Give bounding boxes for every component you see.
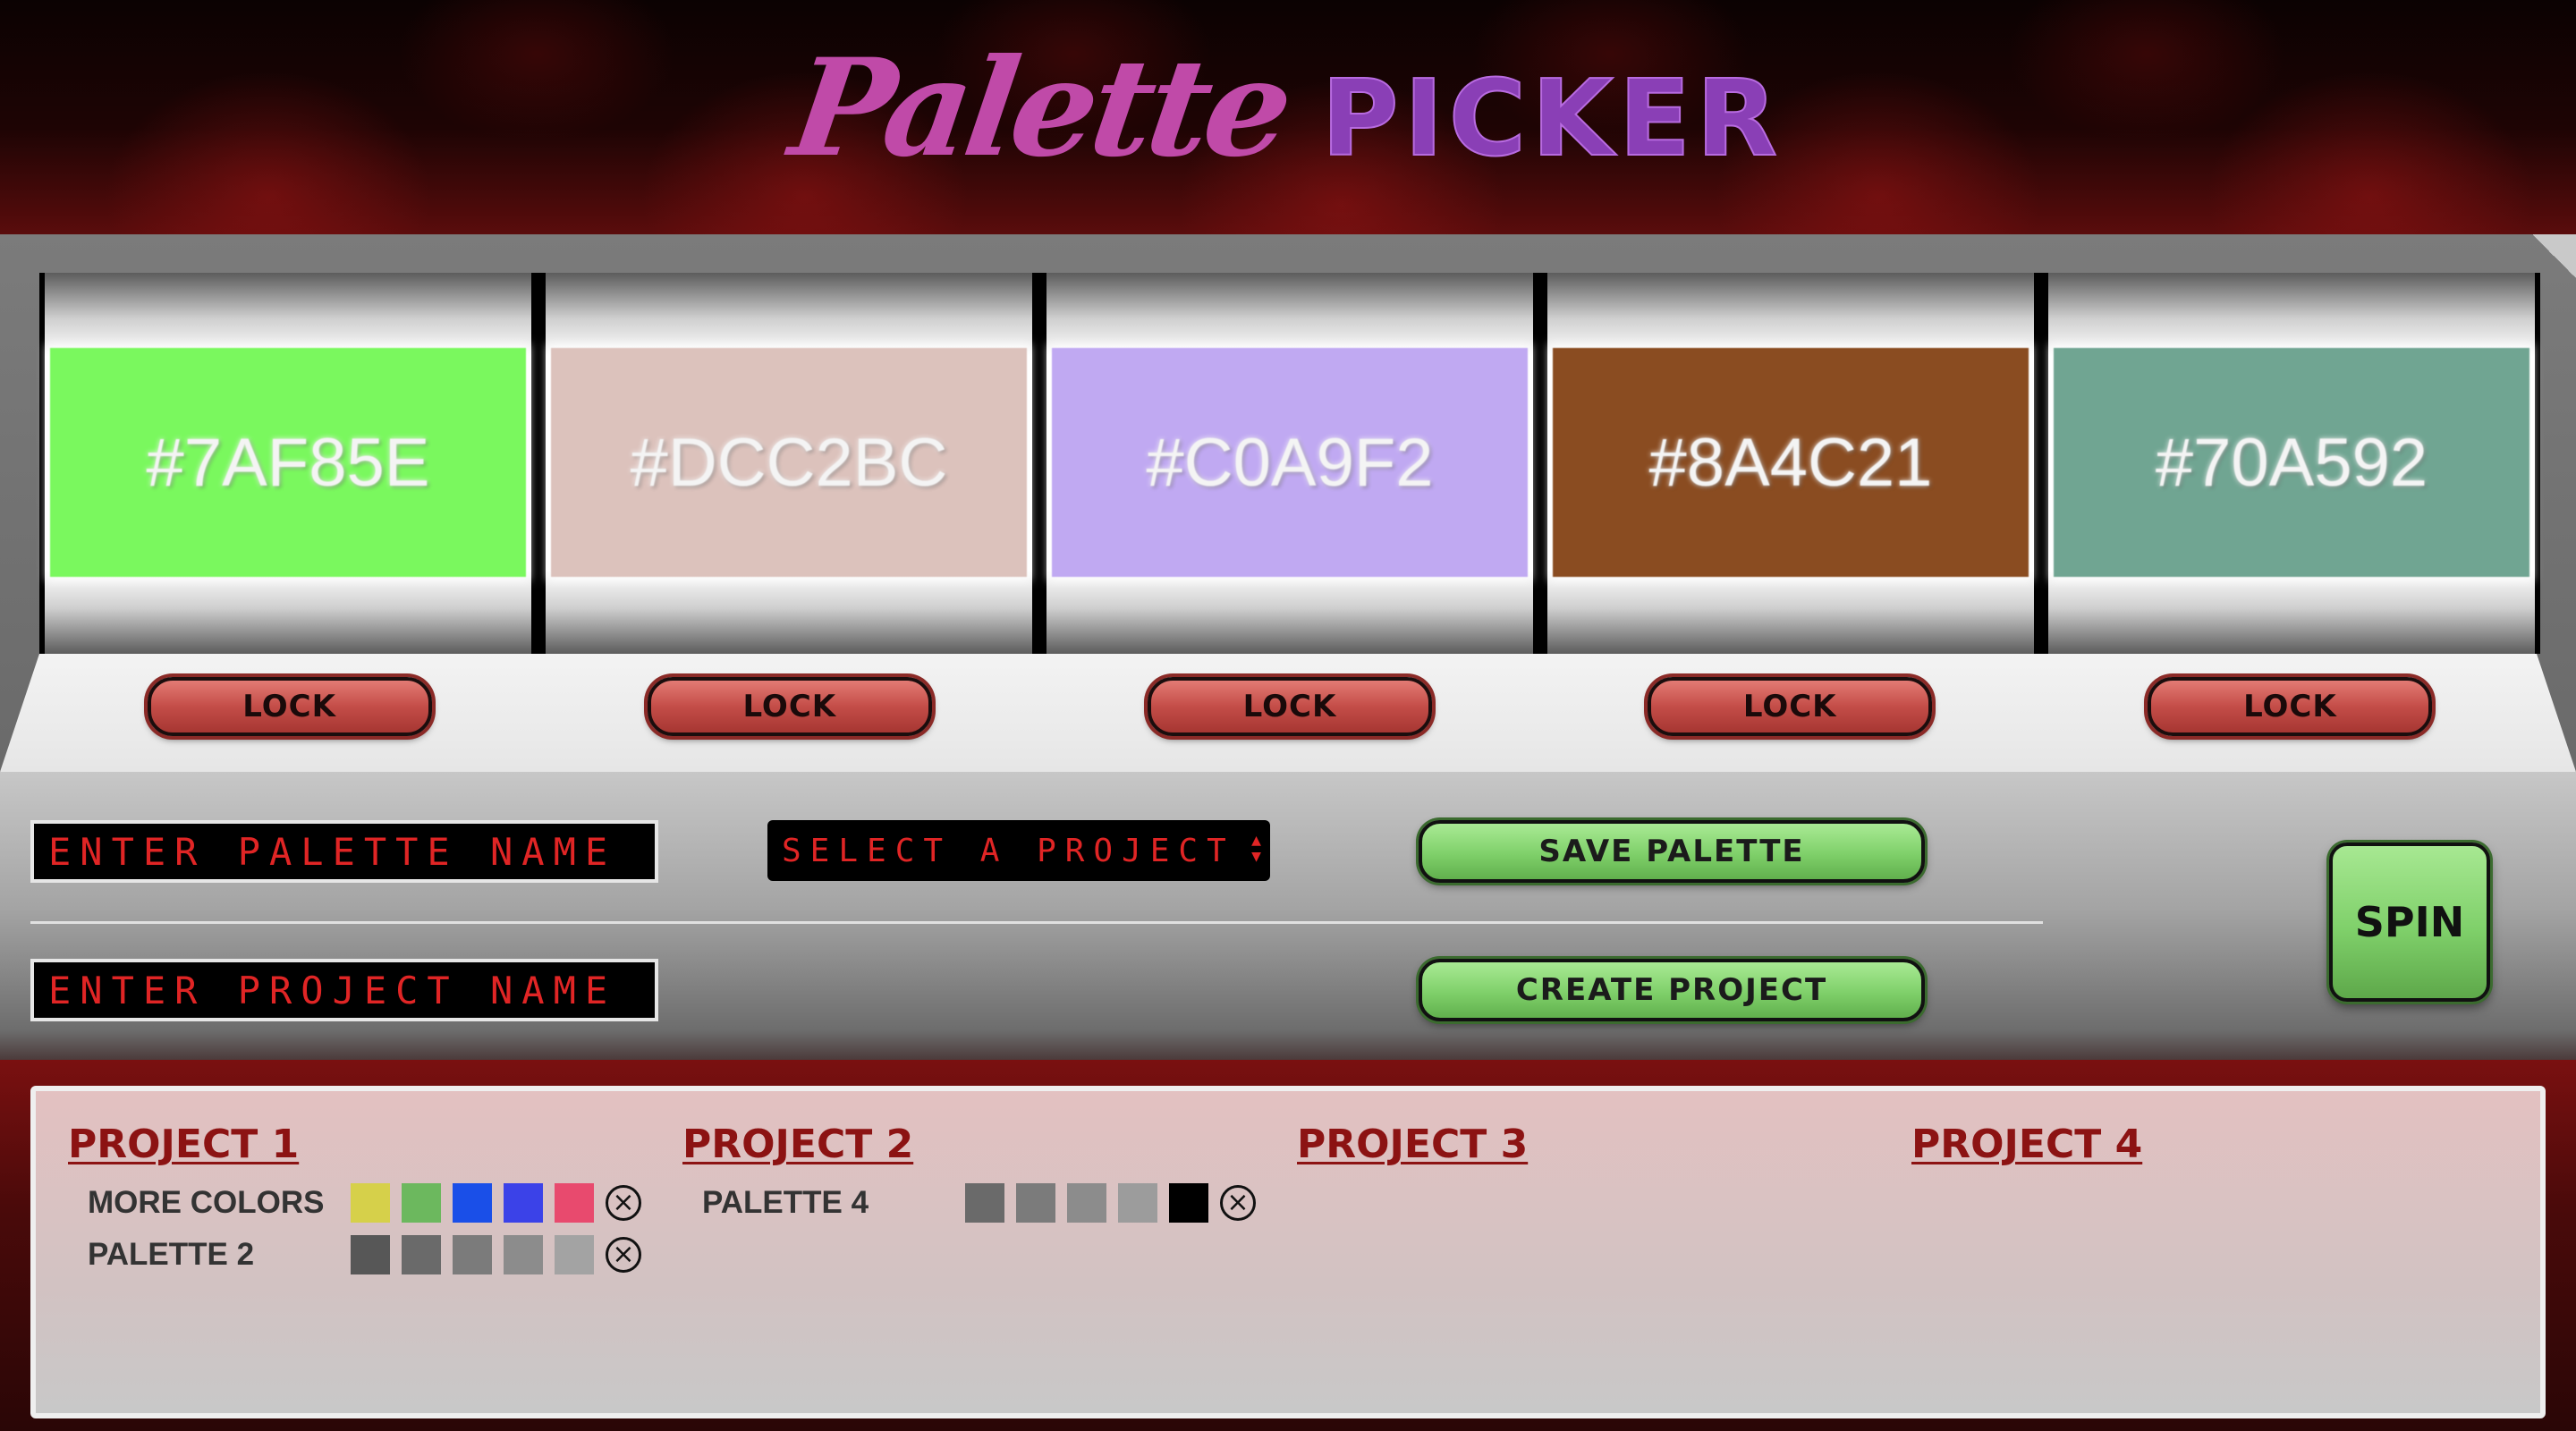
reel-3: #C0A9F2 [1046, 273, 1533, 654]
color-swatch [555, 1235, 594, 1274]
reel-hex-3: #C0A9F2 [1146, 424, 1434, 501]
reel-2: #DCC2BC [546, 273, 1032, 654]
project-column-1: PROJECT 1 MORE COLORS × PALETTE 2 × [36, 1091, 644, 1413]
reel-hex-4: #8A4C21 [1648, 424, 1933, 501]
lock-cell-3: LOCK [1039, 677, 1539, 745]
palette-row: PALETTE 4 × [702, 1181, 1256, 1225]
color-swatch [1016, 1183, 1055, 1223]
lock-button-4[interactable]: LOCK [1648, 677, 1933, 736]
project-name-input[interactable]: ENTER PROJECT NAME [30, 959, 658, 1021]
logo-script-text: Palette [782, 30, 1297, 187]
color-swatch [1118, 1183, 1157, 1223]
spin-button[interactable]: SPIN [2329, 843, 2490, 1002]
reel-color-1: #7AF85E [50, 348, 526, 577]
lock-cell-2: LOCK [539, 677, 1039, 745]
palette-name-placeholder: ENTER PALETTE NAME [48, 829, 617, 874]
color-swatch [555, 1183, 594, 1223]
color-swatch [1067, 1183, 1106, 1223]
palette-row: MORE COLORS × [88, 1181, 641, 1225]
reel-5: #70A592 [2048, 273, 2535, 654]
lock-cell-1: LOCK [39, 677, 539, 745]
header: Palette PICKER [0, 0, 2576, 234]
lock-button-5[interactable]: LOCK [2148, 677, 2433, 736]
project-column-4: PROJECT 4 [1879, 1091, 2487, 1413]
circle-x-icon[interactable]: × [606, 1185, 641, 1221]
reel-hex-2: #DCC2BC [630, 424, 948, 501]
lock-button-2[interactable]: LOCK [647, 677, 932, 736]
reel-frame: #7AF85E #DCC2BC #C0A9F2 #8A4C21 #70A592 [39, 273, 2540, 654]
project-select[interactable]: SELECT A PROJECT ▲ ▼ [767, 820, 1270, 881]
save-palette-button[interactable]: SAVE PALETTE [1419, 820, 1925, 883]
palette-name-input[interactable]: ENTER PALETTE NAME [30, 820, 658, 883]
color-swatch [453, 1235, 492, 1274]
project-select-value: SELECT A PROJECT [782, 832, 1235, 869]
project-name-placeholder: ENTER PROJECT NAME [48, 968, 617, 1012]
reel-color-2: #DCC2BC [551, 348, 1027, 577]
color-swatch [504, 1183, 543, 1223]
reel-color-5: #70A592 [2054, 348, 2529, 577]
lock-row: LOCK LOCK LOCK LOCK LOCK [39, 677, 2540, 745]
project-column-3: PROJECT 3 [1265, 1091, 1873, 1413]
color-swatch [504, 1235, 543, 1274]
color-swatch [351, 1235, 390, 1274]
project-title-1[interactable]: PROJECT 1 [68, 1122, 299, 1167]
updown-arrows-icon: ▲ ▼ [1251, 831, 1261, 866]
projects-panel: PROJECT 1 MORE COLORS × PALETTE 2 × PROJ… [30, 1086, 2546, 1418]
lock-cell-5: LOCK [2040, 677, 2540, 745]
palette-name[interactable]: PALETTE 4 [702, 1185, 965, 1221]
lock-button-1[interactable]: LOCK [147, 677, 432, 736]
color-swatch [351, 1183, 390, 1223]
palette-row: PALETTE 2 × [88, 1232, 641, 1277]
circle-x-icon[interactable]: × [606, 1237, 641, 1273]
color-swatch [1169, 1183, 1208, 1223]
project-title-2[interactable]: PROJECT 2 [682, 1122, 913, 1167]
project-title-4[interactable]: PROJECT 4 [1911, 1122, 2142, 1167]
color-swatch [402, 1235, 441, 1274]
lock-cell-4: LOCK [1540, 677, 2040, 745]
reel-color-3: #C0A9F2 [1052, 348, 1528, 577]
color-swatch [965, 1183, 1004, 1223]
create-project-button[interactable]: CREATE PROJECT [1419, 959, 1925, 1021]
project-column-2: PROJECT 2 PALETTE 4 × [650, 1091, 1258, 1413]
logo-block-text: PICKER [1320, 55, 1784, 181]
reel-1: #7AF85E [45, 273, 531, 654]
app-logo: Palette PICKER [782, 30, 1784, 187]
reel-hex-1: #7AF85E [146, 424, 430, 501]
color-swatch [402, 1183, 441, 1223]
reel-hex-5: #70A592 [2155, 424, 2428, 501]
panel-divider [30, 921, 2043, 924]
reel-4: #8A4C21 [1547, 273, 2034, 654]
lock-button-3[interactable]: LOCK [1148, 677, 1432, 736]
palette-name[interactable]: MORE COLORS [88, 1185, 351, 1221]
circle-x-icon[interactable]: × [1220, 1185, 1256, 1221]
color-swatch [453, 1183, 492, 1223]
palette-name[interactable]: PALETTE 2 [88, 1237, 351, 1273]
project-title-3[interactable]: PROJECT 3 [1297, 1122, 1528, 1167]
reel-color-4: #8A4C21 [1553, 348, 2029, 577]
control-panel [0, 772, 2576, 1076]
